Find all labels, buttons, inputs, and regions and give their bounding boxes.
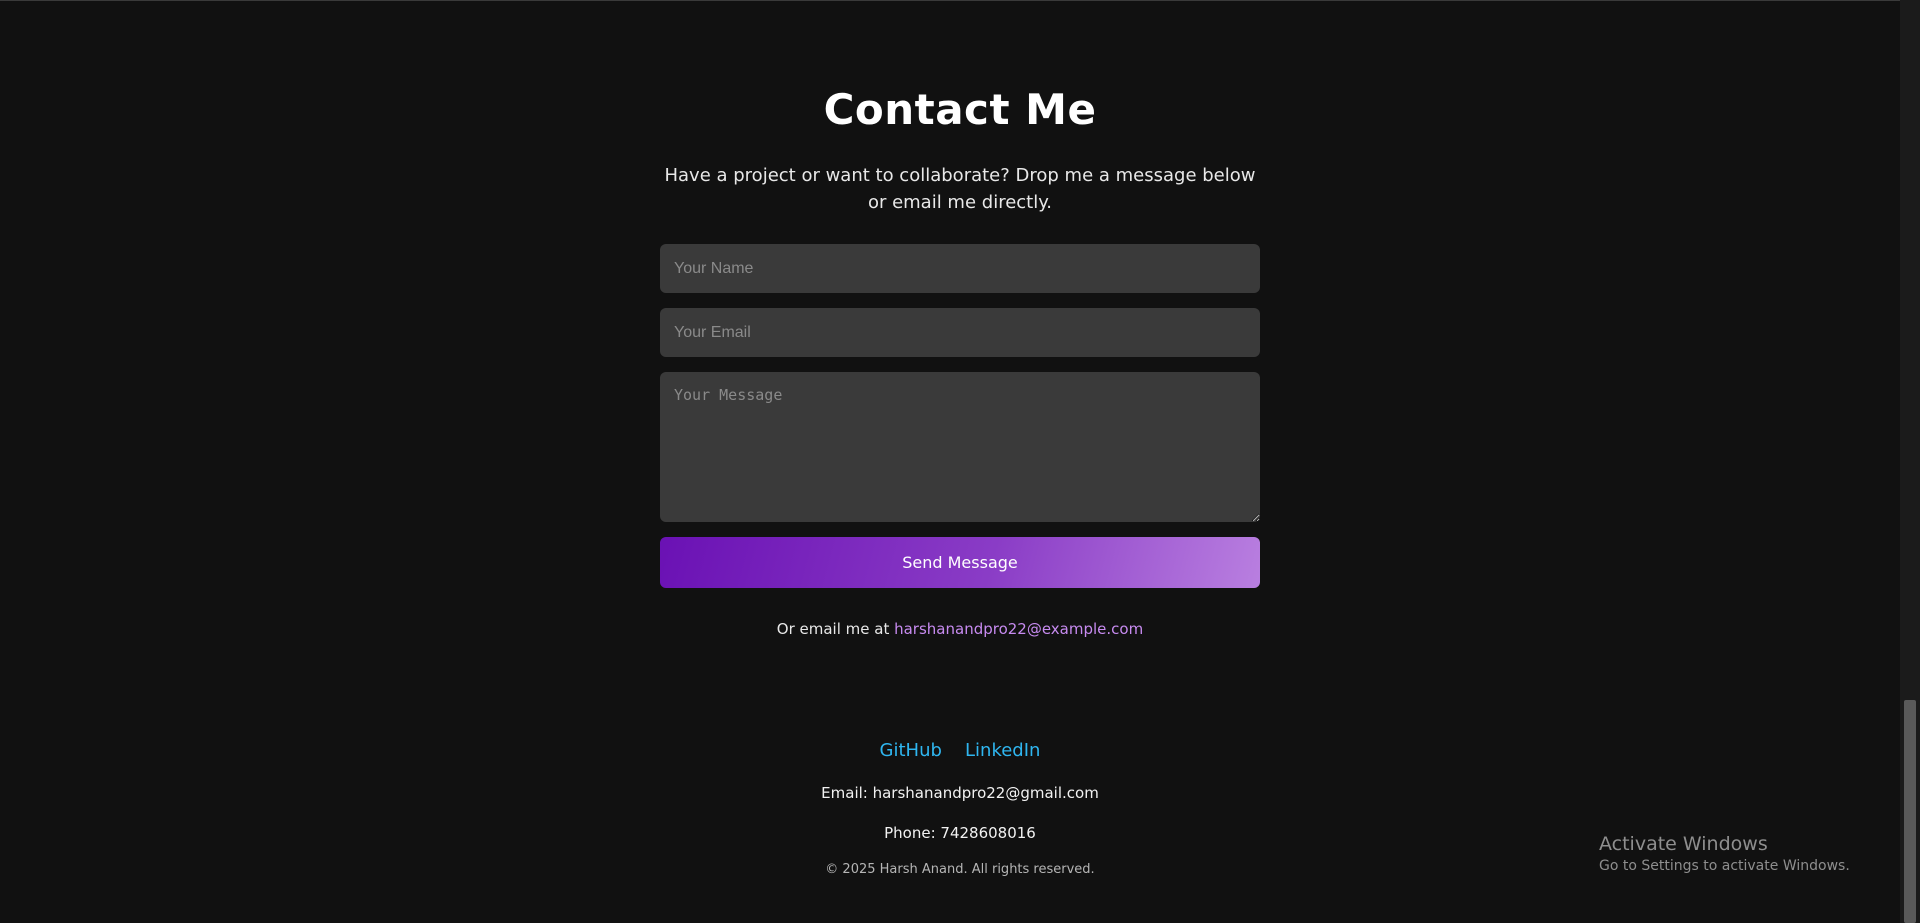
vertical-scrollbar[interactable] xyxy=(1900,0,1920,923)
contact-section: Contact Me Have a project or want to col… xyxy=(660,82,1260,216)
email-input[interactable] xyxy=(660,308,1260,357)
watermark-title: Activate Windows xyxy=(1599,833,1768,855)
linkedin-link[interactable]: LinkedIn xyxy=(965,740,1040,761)
email-link[interactable]: harshanandpro22@example.com xyxy=(894,620,1143,638)
or-email-prefix: Or email me at xyxy=(776,620,895,638)
watermark-subtitle: Go to Settings to activate Windows. xyxy=(1599,858,1850,874)
contact-form: Send Message xyxy=(660,244,1260,588)
send-message-button[interactable]: Send Message xyxy=(660,537,1260,588)
message-textarea[interactable] xyxy=(660,372,1260,522)
footer-email: Email: harshanandpro22@gmail.com xyxy=(821,784,1099,802)
copyright: © 2025 Harsh Anand. All rights reserved. xyxy=(825,862,1095,877)
scrollbar-thumb[interactable] xyxy=(1904,700,1916,923)
or-email-line: Or email me at harshanandpro22@example.c… xyxy=(660,620,1260,638)
github-link[interactable]: GitHub xyxy=(880,740,942,761)
page: Contact Me Have a project or want to col… xyxy=(0,0,1900,923)
contact-subtitle: Have a project or want to collaborate? D… xyxy=(664,165,1256,213)
name-input[interactable] xyxy=(660,244,1260,293)
footer: GitHub LinkedIn Email: harshanandpro22@g… xyxy=(660,740,1260,880)
contact-title: Contact Me xyxy=(823,85,1097,134)
activate-windows-watermark: Activate Windows Go to Settings to activ… xyxy=(1599,832,1850,876)
footer-phone: Phone: 7428608016 xyxy=(884,824,1036,842)
social-links: GitHub LinkedIn xyxy=(660,740,1260,766)
